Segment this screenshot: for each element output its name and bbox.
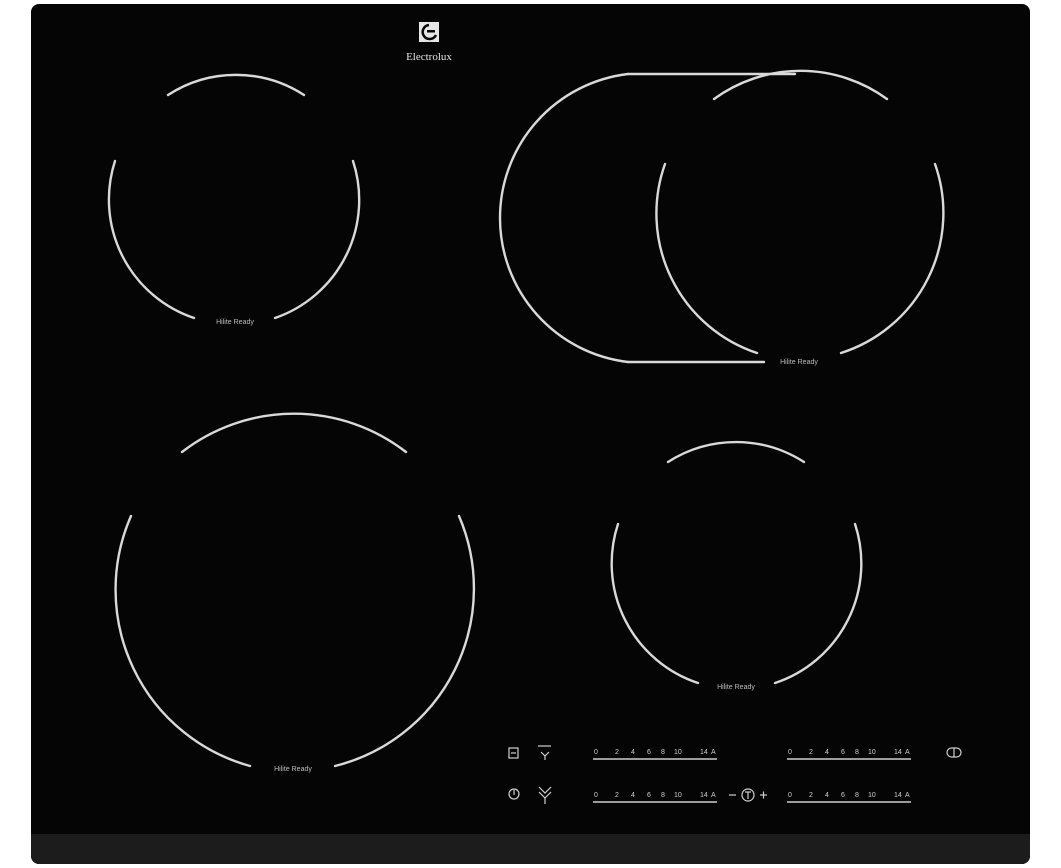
tick-10: 10: [868, 792, 876, 799]
bridge-icon[interactable]: [538, 745, 551, 760]
tick-0: 0: [594, 792, 598, 799]
brand-name: Electrolux: [406, 51, 452, 63]
timer-icon[interactable]: [729, 788, 767, 802]
cooktop-front-edge: [31, 834, 1030, 864]
tick-8: 8: [661, 792, 665, 799]
tick-6: 6: [841, 792, 845, 799]
tick-4: 4: [825, 792, 829, 799]
power-slider-rear-left[interactable]: 0 2 4 6 8 10 14 A: [593, 749, 717, 760]
cooking-zone-front-right: [610, 440, 863, 685]
cooktop-artwork: Electrolux Hilite Ready Hilite Ready Hil…: [107, 22, 962, 804]
cooking-zone-rear-right: [498, 69, 945, 364]
cooktop-glass: Electrolux Hilite Ready Hilite Ready Hil…: [31, 4, 1030, 864]
zone-label-front-left: Hilite Ready: [274, 766, 312, 773]
tick-0: 0: [788, 792, 792, 799]
tick-6: 6: [647, 792, 651, 799]
power-slider-rear-right[interactable]: 0 2 4 6 8 10 14 A: [787, 749, 911, 760]
tick-2: 2: [809, 749, 813, 756]
zone-label-rear-right: Hilite Ready: [780, 359, 818, 366]
zone-label-front-right: Hilite Ready: [717, 684, 755, 691]
zone-label-rear-left: Hilite Ready: [216, 319, 254, 326]
stopgo-icon[interactable]: [946, 747, 962, 758]
tick-10: 10: [674, 749, 682, 756]
tick-14: 14: [700, 792, 708, 799]
tick-8: 8: [855, 749, 859, 756]
tick-a: A: [711, 749, 716, 756]
tick-10: 10: [868, 749, 876, 756]
tick-4: 4: [631, 792, 635, 799]
tick-8: 8: [855, 792, 859, 799]
tick-4: 4: [631, 749, 635, 756]
tick-10: 10: [674, 792, 682, 799]
tick-a: A: [905, 792, 910, 799]
tick-6: 6: [647, 749, 651, 756]
lock-icon[interactable]: [508, 747, 519, 759]
tick-6: 6: [841, 749, 845, 756]
tick-a: A: [905, 749, 910, 756]
tick-14: 14: [700, 749, 708, 756]
tick-2: 2: [615, 792, 619, 799]
power-slider-front-left[interactable]: 0 2 4 6 8 10 14 A: [593, 792, 717, 803]
power-slider-front-right[interactable]: 0 2 4 6 8 10 14 A: [787, 792, 911, 803]
tick-14: 14: [894, 749, 902, 756]
power-icon[interactable]: [508, 788, 520, 800]
tick-4: 4: [825, 749, 829, 756]
boost-icon[interactable]: [538, 786, 552, 804]
tick-8: 8: [661, 749, 665, 756]
tick-0: 0: [788, 749, 792, 756]
tick-0: 0: [594, 749, 598, 756]
tick-a: A: [711, 792, 716, 799]
tick-14: 14: [894, 792, 902, 799]
cooking-zone-rear-left: [107, 73, 361, 320]
electrolux-logo-icon: [419, 22, 439, 42]
tick-2: 2: [615, 749, 619, 756]
cooking-zone-front-left: [114, 412, 476, 768]
tick-2: 2: [809, 792, 813, 799]
